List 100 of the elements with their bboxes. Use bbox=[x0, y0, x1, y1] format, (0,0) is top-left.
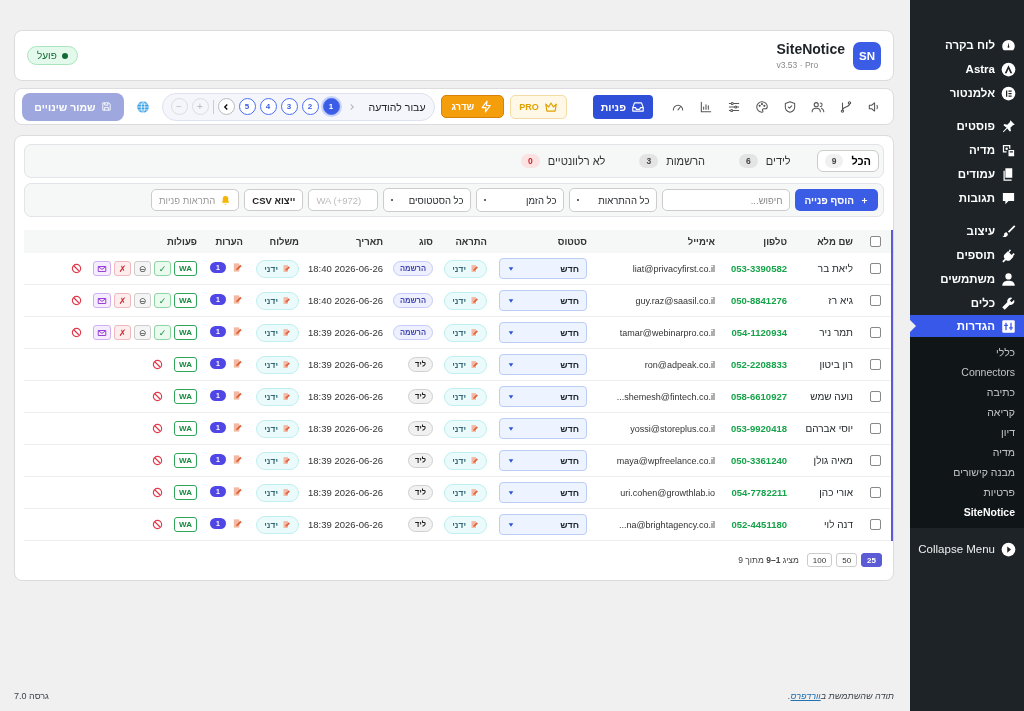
status-dropdown[interactable]: חדש bbox=[499, 418, 587, 439]
phone-link[interactable]: 050-3361240 bbox=[731, 455, 787, 466]
status-dropdown[interactable]: חדש bbox=[499, 354, 587, 375]
row-checkbox[interactable] bbox=[869, 263, 881, 275]
row-checkbox[interactable] bbox=[869, 327, 881, 339]
whatsapp-button[interactable]: WA bbox=[174, 325, 197, 340]
collapse-menu-button[interactable]: Collapse Menu bbox=[910, 537, 1024, 561]
approve-button[interactable]: ✓ bbox=[154, 261, 172, 276]
whatsapp-button[interactable]: WA bbox=[174, 389, 197, 404]
filter-dropdown[interactable]: כל ההתראות bbox=[569, 188, 658, 212]
note-icon[interactable] bbox=[232, 486, 243, 497]
note-icon[interactable] bbox=[232, 326, 243, 337]
submenu-item[interactable]: כתיבה bbox=[910, 382, 1024, 402]
per-page-button[interactable]: 100 bbox=[806, 553, 833, 567]
page-button[interactable]: 3 bbox=[280, 98, 298, 115]
row-checkbox[interactable] bbox=[869, 455, 881, 467]
submenu-item[interactable]: מדיה bbox=[910, 442, 1024, 462]
block-icon[interactable] bbox=[152, 423, 164, 434]
submenu-item[interactable]: דיון bbox=[910, 422, 1024, 442]
status-dropdown[interactable]: חדש bbox=[499, 514, 587, 535]
row-checkbox[interactable] bbox=[869, 423, 881, 435]
search-field[interactable]: חיפוש... bbox=[662, 189, 791, 211]
block-icon[interactable] bbox=[152, 487, 164, 498]
submenu-item[interactable]: כללי bbox=[910, 342, 1024, 362]
approve-button[interactable]: ✓ bbox=[154, 325, 172, 340]
phone-link[interactable]: 054-7782211 bbox=[731, 487, 787, 498]
whatsapp-button[interactable]: WA bbox=[174, 517, 197, 532]
nav-tab[interactable]: פניות bbox=[592, 94, 653, 119]
row-checkbox[interactable] bbox=[869, 359, 881, 371]
sidebar-item[interactable]: אלמנטור bbox=[910, 81, 1024, 105]
block-icon[interactable] bbox=[152, 519, 164, 530]
reject-button[interactable]: ✗ bbox=[114, 293, 132, 308]
add-inquiry-button[interactable]: הוסף פנייה bbox=[795, 189, 878, 211]
whatsapp-button[interactable]: WA bbox=[174, 485, 197, 500]
hold-button[interactable]: ⊖ bbox=[134, 261, 152, 276]
block-icon[interactable] bbox=[71, 263, 83, 274]
sidebar-item[interactable]: כלים bbox=[910, 291, 1024, 315]
status-dropdown[interactable]: חדש bbox=[499, 482, 587, 503]
status-toggle[interactable]: פועל bbox=[27, 46, 78, 65]
filter-dropdown[interactable]: כל הזמן bbox=[476, 188, 565, 212]
block-icon[interactable] bbox=[152, 455, 164, 466]
phone-link[interactable]: 052-2208833 bbox=[731, 359, 787, 370]
note-icon[interactable] bbox=[232, 390, 243, 401]
submenu-item[interactable]: קריאה bbox=[910, 402, 1024, 422]
submenu-item[interactable]: Connectors bbox=[910, 362, 1024, 382]
sidebar-item[interactable]: מדיה bbox=[910, 138, 1024, 162]
status-dropdown[interactable]: חדש bbox=[499, 258, 587, 279]
whatsapp-button[interactable]: WA bbox=[174, 293, 197, 308]
note-icon[interactable] bbox=[232, 518, 243, 529]
page-button[interactable]: 5 bbox=[238, 98, 256, 115]
note-icon[interactable] bbox=[232, 454, 243, 465]
whatsapp-button[interactable]: WA bbox=[174, 357, 197, 372]
sidebar-item[interactable]: לוח בקרה bbox=[910, 33, 1024, 57]
export-csv-button[interactable]: ייצוא CSV bbox=[244, 189, 304, 211]
whatsapp-button[interactable]: WA bbox=[174, 421, 197, 436]
block-icon[interactable] bbox=[71, 327, 83, 338]
phone-link[interactable]: 053-3390582 bbox=[731, 263, 787, 274]
next-button[interactable] bbox=[217, 98, 235, 115]
status-dropdown[interactable]: חדש bbox=[499, 386, 587, 407]
whatsapp-button[interactable]: WA bbox=[174, 261, 197, 276]
row-checkbox[interactable] bbox=[869, 487, 881, 499]
email-button[interactable] bbox=[93, 261, 112, 276]
page-button[interactable]: 1 bbox=[322, 98, 340, 115]
block-icon[interactable] bbox=[71, 295, 83, 306]
email-button[interactable] bbox=[93, 293, 112, 308]
phone-link[interactable]: 050-8841276 bbox=[731, 295, 787, 306]
approve-button[interactable]: ✓ bbox=[154, 293, 172, 308]
sidebar-item[interactable]: תוספים bbox=[910, 243, 1024, 267]
status-dropdown[interactable]: חדש bbox=[499, 450, 587, 471]
note-icon[interactable] bbox=[232, 294, 243, 305]
phone-link[interactable]: 053-9920418 bbox=[731, 423, 787, 434]
globe-icon[interactable] bbox=[135, 99, 150, 114]
sidebar-item[interactable]: Astra bbox=[910, 57, 1024, 81]
row-checkbox[interactable] bbox=[869, 391, 881, 403]
status-dropdown[interactable]: חדש bbox=[499, 322, 587, 343]
per-page-button[interactable]: 50 bbox=[836, 553, 858, 567]
page-button[interactable]: 2 bbox=[301, 98, 319, 115]
note-icon[interactable] bbox=[232, 262, 243, 273]
reject-button[interactable]: ✗ bbox=[114, 261, 132, 276]
page-button[interactable]: 4 bbox=[259, 98, 277, 115]
sidebar-item[interactable]: עמודים bbox=[910, 162, 1024, 186]
filter-dropdown[interactable]: כל הסטטוסים bbox=[383, 188, 472, 212]
sidebar-item[interactable]: תגובות bbox=[910, 186, 1024, 210]
sidebar-item[interactable]: פוסטים bbox=[910, 114, 1024, 138]
phone-link[interactable]: 052-4451180 bbox=[731, 519, 787, 530]
hold-button[interactable]: ⊖ bbox=[134, 293, 152, 308]
select-all-checkbox[interactable] bbox=[869, 236, 881, 248]
status-dropdown[interactable]: חדש bbox=[499, 290, 587, 311]
note-icon[interactable] bbox=[232, 358, 243, 369]
per-page-button[interactable]: 25 bbox=[861, 553, 882, 567]
block-icon[interactable] bbox=[152, 391, 164, 402]
phone-link[interactable]: 058-6610927 bbox=[731, 391, 787, 402]
sidebar-item[interactable]: עיצוב bbox=[910, 219, 1024, 243]
submenu-item[interactable]: SiteNotice bbox=[910, 502, 1024, 522]
sidebar-item[interactable]: משתמשים bbox=[910, 267, 1024, 291]
whatsapp-button[interactable]: WA bbox=[174, 453, 197, 468]
block-icon[interactable] bbox=[152, 359, 164, 370]
email-button[interactable] bbox=[93, 325, 112, 340]
hold-button[interactable]: ⊖ bbox=[134, 325, 152, 340]
row-checkbox[interactable] bbox=[869, 519, 881, 531]
